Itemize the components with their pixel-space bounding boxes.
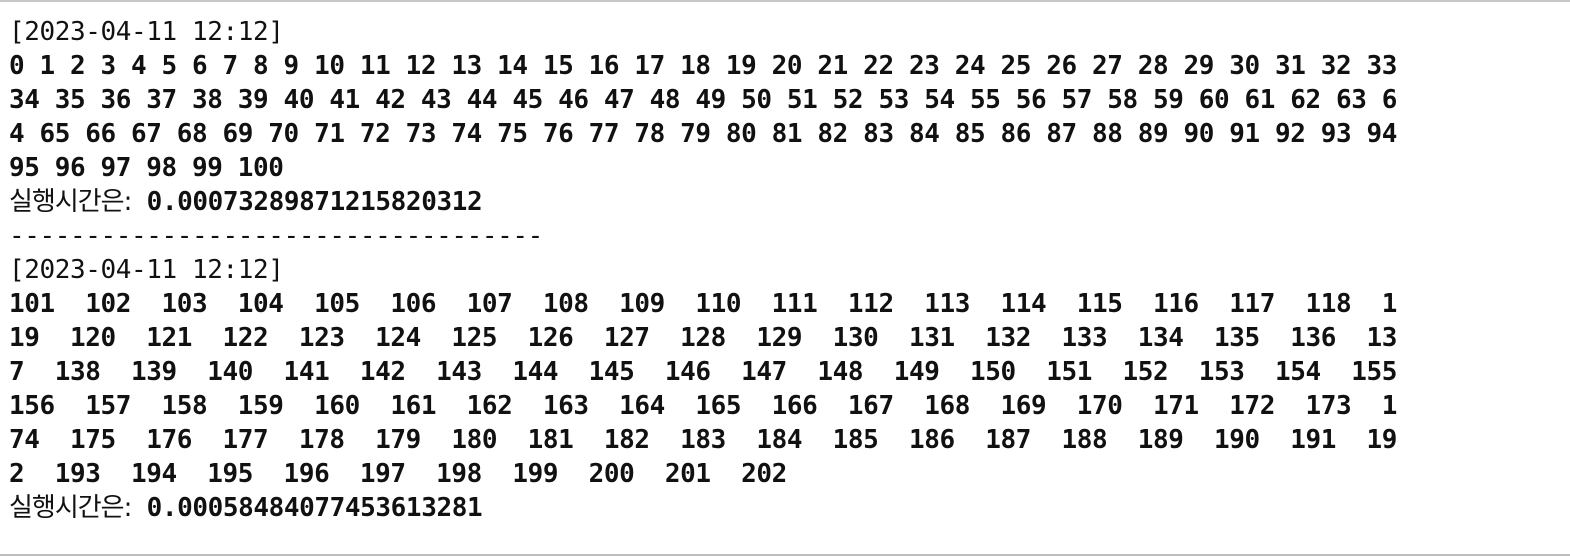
output-line: 2 193 194 195 196 197 198 199 200 201 20…	[9, 459, 787, 489]
output-line: 34 35 36 37 38 39 40 41 42 43 44 45 46 4…	[9, 85, 1398, 115]
elapsed-time-line: 실행시간은: 0.00058484077453613281	[9, 491, 1561, 525]
elapsed-time-label: 실행시간은:	[9, 493, 132, 523]
output-line: 101 102 103 104 105 106 107 108 109 110 …	[9, 289, 1398, 319]
timestamp-line: [2023-04-11 12:12]	[9, 255, 284, 285]
console-output-panel: [2023-04-11 12:12] 0 1 2 3 4 5 6 7 8 9 1…	[0, 0, 1570, 556]
output-line: 0 1 2 3 4 5 6 7 8 9 10 11 12 13 14 15 16…	[9, 51, 1398, 81]
elapsed-time-label: 실행시간은:	[9, 187, 132, 217]
elapsed-time-value: 0.00058484077453613281	[131, 493, 483, 523]
elapsed-time-line: 실행시간은: 0.00073289871215820312	[9, 185, 1561, 219]
output-line: 19 120 121 122 123 124 125 126 127 128 1…	[9, 323, 1398, 353]
timestamp-line: [2023-04-11 12:12]	[9, 17, 284, 47]
output-line: 7 138 139 140 141 142 143 144 145 146 14…	[9, 357, 1398, 387]
separator-line: -----------------------------------	[9, 221, 543, 251]
output-line: 156 157 158 159 160 161 162 163 164 165 …	[9, 391, 1398, 421]
elapsed-time-value: 0.00073289871215820312	[131, 187, 483, 217]
output-line: 95 96 97 98 99 100	[9, 153, 284, 183]
console-text[interactable]: [2023-04-11 12:12] 0 1 2 3 4 5 6 7 8 9 1…	[9, 15, 1561, 525]
output-line: 4 65 66 67 68 69 70 71 72 73 74 75 76 77…	[9, 119, 1398, 149]
output-line: 74 175 176 177 178 179 180 181 182 183 1…	[9, 425, 1398, 455]
